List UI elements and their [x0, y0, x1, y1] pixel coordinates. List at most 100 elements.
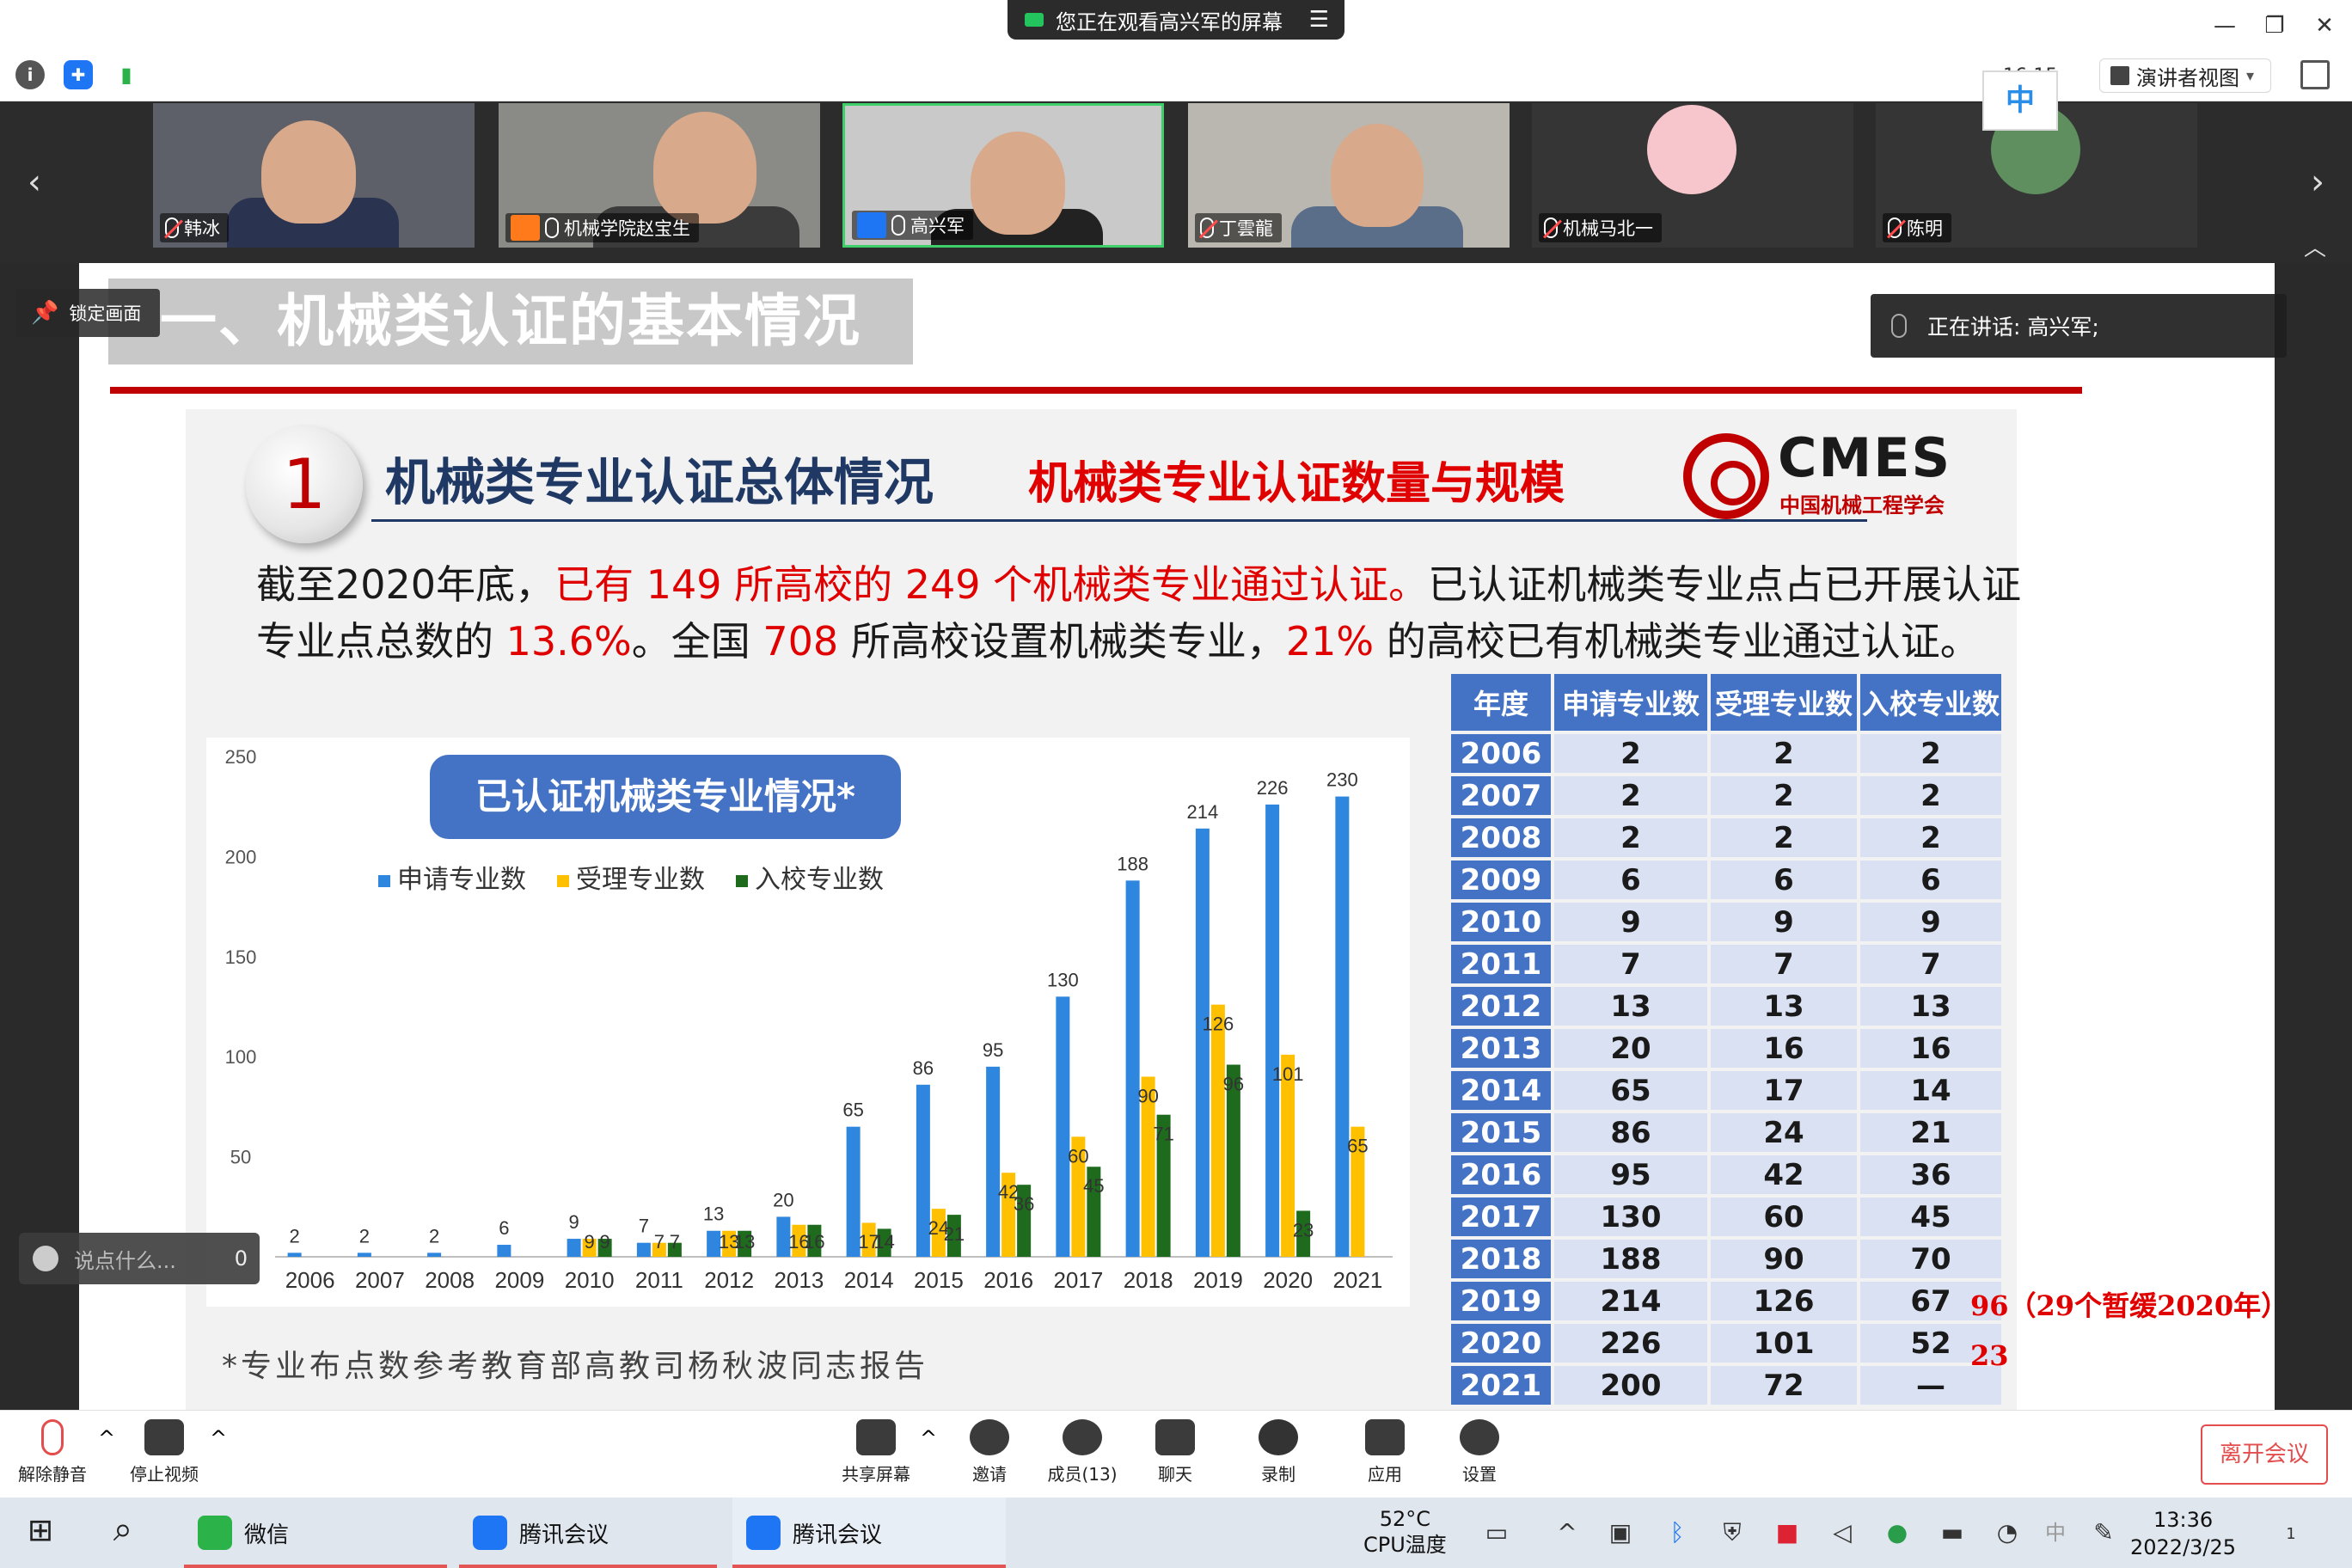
sharing-indicator[interactable]: 您正在观看高兴军的屏幕 ☰ — [1008, 0, 1344, 40]
tencent-meeting-icon — [473, 1516, 507, 1550]
app-tray-icon[interactable]: ● — [1881, 1516, 1914, 1549]
users-icon — [1063, 1419, 1102, 1455]
unmute-button[interactable]: 解除静音 — [5, 1419, 100, 1485]
table-row: 2019 214 126 67 — [1451, 1282, 2001, 1320]
settings-button[interactable]: 设置 — [1432, 1419, 1527, 1485]
table-year-cell: 2011 — [1451, 945, 1551, 983]
bar-applied — [287, 1253, 302, 1257]
taskbar-app-wechat[interactable]: 微信 — [184, 1498, 447, 1568]
x-tick-label: 2020 — [1263, 1267, 1313, 1293]
table-cell: 60 — [1711, 1197, 1857, 1236]
notification-count: 1 — [2286, 1525, 2296, 1543]
security-icon[interactable]: ⛨ — [1716, 1516, 1749, 1549]
table-cell: 6 — [1554, 861, 1707, 899]
slide-footnote: *专业布点数参考教育部高教司杨秋波同志报告 — [222, 1349, 929, 1384]
table-row: 2015 86 24 21 — [1451, 1113, 2001, 1152]
unmute-label: 解除静音 — [18, 1464, 87, 1485]
ime-tray-label[interactable]: 中 — [2039, 1516, 2072, 1549]
video-options-caret[interactable]: ^ — [210, 1426, 227, 1450]
chat-button[interactable]: 聊天 — [1128, 1419, 1222, 1485]
taskbar-app-tencent-meeting[interactable]: 腾讯会议 — [459, 1498, 717, 1568]
note-text: （29个暂缓2020年） — [2008, 1289, 2275, 1322]
strip-prev-button[interactable]: ‹ — [9, 101, 60, 263]
summary-text: 的高校已有机械类专业通过认证。 — [1374, 618, 1980, 665]
invite-button[interactable]: 邀请 — [942, 1419, 1037, 1485]
start-button[interactable]: ⊞ — [24, 1515, 57, 1547]
notification-icon[interactable]: 1 — [2275, 1515, 2307, 1547]
emoji-icon[interactable] — [33, 1246, 58, 1271]
members-button[interactable]: 成员(13) — [1035, 1419, 1130, 1485]
search-icon[interactable]: ⌕ — [107, 1512, 139, 1547]
leave-meeting-button[interactable]: 离开会议 — [2201, 1424, 2328, 1485]
bar-applied — [1265, 804, 1280, 1257]
table-row: 2011 7 7 7 — [1451, 945, 2001, 983]
chat-count: 0 — [234, 1246, 248, 1271]
restore-button[interactable]: ❐ — [2257, 9, 2292, 43]
minimize-button[interactable]: — — [2208, 9, 2242, 43]
wifi-icon[interactable]: ◔ — [1991, 1516, 2024, 1549]
share-options-caret[interactable]: ^ — [920, 1426, 937, 1450]
table-year-cell: 2014 — [1451, 1071, 1551, 1110]
menu-icon[interactable]: ☰ — [1309, 7, 1329, 33]
volume-icon[interactable]: ◁ — [1826, 1516, 1859, 1549]
x-tick-label: 2019 — [1193, 1267, 1243, 1293]
section-title: 机械类专业认证总体情况 — [385, 453, 934, 511]
table-cell: 45 — [1860, 1197, 2001, 1236]
participant-tile-active[interactable]: 高兴军 — [842, 103, 1164, 248]
data-label: 86 — [913, 1057, 934, 1079]
shield-icon[interactable]: ✚ — [64, 60, 93, 89]
table-year-cell: 2013 — [1451, 1029, 1551, 1068]
quick-chat-input[interactable]: 说点什么... 0 — [19, 1233, 260, 1284]
sharing-text: 您正在观看高兴军的屏幕 — [1056, 9, 1283, 34]
network-icon[interactable]: ▣ — [1604, 1516, 1637, 1549]
keyboard-icon[interactable]: ▭ — [1480, 1516, 1513, 1549]
close-button[interactable]: ✕ — [2307, 9, 2342, 43]
share-screen-button[interactable]: 共享屏幕 — [829, 1419, 923, 1485]
data-label: 71 — [1153, 1124, 1173, 1145]
apps-button[interactable]: 应用 — [1338, 1419, 1432, 1485]
info-icon[interactable]: i — [15, 60, 45, 89]
taskbar-app-tencent-meeting-2[interactable]: 腾讯会议 — [732, 1498, 1006, 1568]
data-label: 2 — [290, 1225, 300, 1246]
ime-indicator[interactable]: 中 — [1982, 70, 2058, 131]
x-tick-label: 2012 — [704, 1267, 754, 1293]
x-tick-label: 2014 — [844, 1267, 894, 1293]
table-year-cell: 2009 — [1451, 861, 1551, 899]
stop-video-button[interactable]: 停止视频 — [117, 1419, 211, 1485]
system-clock[interactable]: 13:36 2022/3/25 — [2130, 1506, 2236, 1561]
data-label: 90 — [1137, 1085, 1158, 1106]
participant-name-bar: 机械马北一 — [1539, 213, 1662, 242]
summary-highlight: 21% — [1285, 618, 1375, 665]
participant-tile[interactable]: 机械学院赵宝生 — [499, 103, 820, 248]
participant-tile[interactable]: 韩冰 — [153, 103, 475, 248]
data-label: 20 — [773, 1189, 793, 1210]
bar-applied — [567, 1239, 581, 1257]
collapse-strip-button[interactable]: ︿ — [2304, 230, 2326, 262]
battery-icon[interactable]: ▬ — [1936, 1516, 1969, 1549]
participant-tile[interactable]: 丁雲龍 — [1188, 103, 1510, 248]
antivirus-icon[interactable]: ■ — [1771, 1516, 1804, 1549]
bluetooth-icon[interactable]: ᛒ — [1661, 1516, 1694, 1549]
tencent-meeting-icon — [746, 1516, 781, 1550]
x-tick-label: 2016 — [983, 1267, 1033, 1293]
table-body: 2006 2 2 2 2007 2 2 2 2008 2 2 2 2009 6 6 6 2010 9 9 9 2011 7… — [1451, 734, 2001, 1405]
data-label: 214 — [1187, 801, 1219, 823]
record-button[interactable]: 录制 — [1231, 1419, 1326, 1485]
table-year-cell: 2020 — [1451, 1324, 1551, 1363]
clock-date: 2022/3/25 — [2130, 1535, 2237, 1559]
x-tick-label: 2011 — [635, 1267, 683, 1293]
presenter-view-button[interactable]: 演讲者视图 ▾ — [2099, 58, 2271, 93]
chevron-up-icon[interactable]: ^ — [1551, 1516, 1583, 1549]
signal-icon[interactable]: ▮ — [112, 60, 141, 89]
legend-label: 申请专业数 — [397, 865, 526, 895]
lock-view-button[interactable]: 📌 锁定画面 — [15, 289, 161, 337]
audio-options-caret[interactable]: ^ — [98, 1426, 115, 1450]
table-cell: 2 — [1860, 734, 2001, 773]
participant-tile[interactable]: 机械马北一 — [1532, 103, 1853, 248]
pen-icon[interactable]: ✎ — [2087, 1516, 2120, 1549]
mic-icon — [891, 215, 905, 236]
summary-text: 。全国 — [631, 618, 763, 665]
cpu-temperature[interactable]: 52°C CPU温度 — [1363, 1506, 1447, 1558]
fullscreen-icon[interactable] — [2300, 60, 2330, 89]
table-cell: 70 — [1860, 1240, 2001, 1278]
